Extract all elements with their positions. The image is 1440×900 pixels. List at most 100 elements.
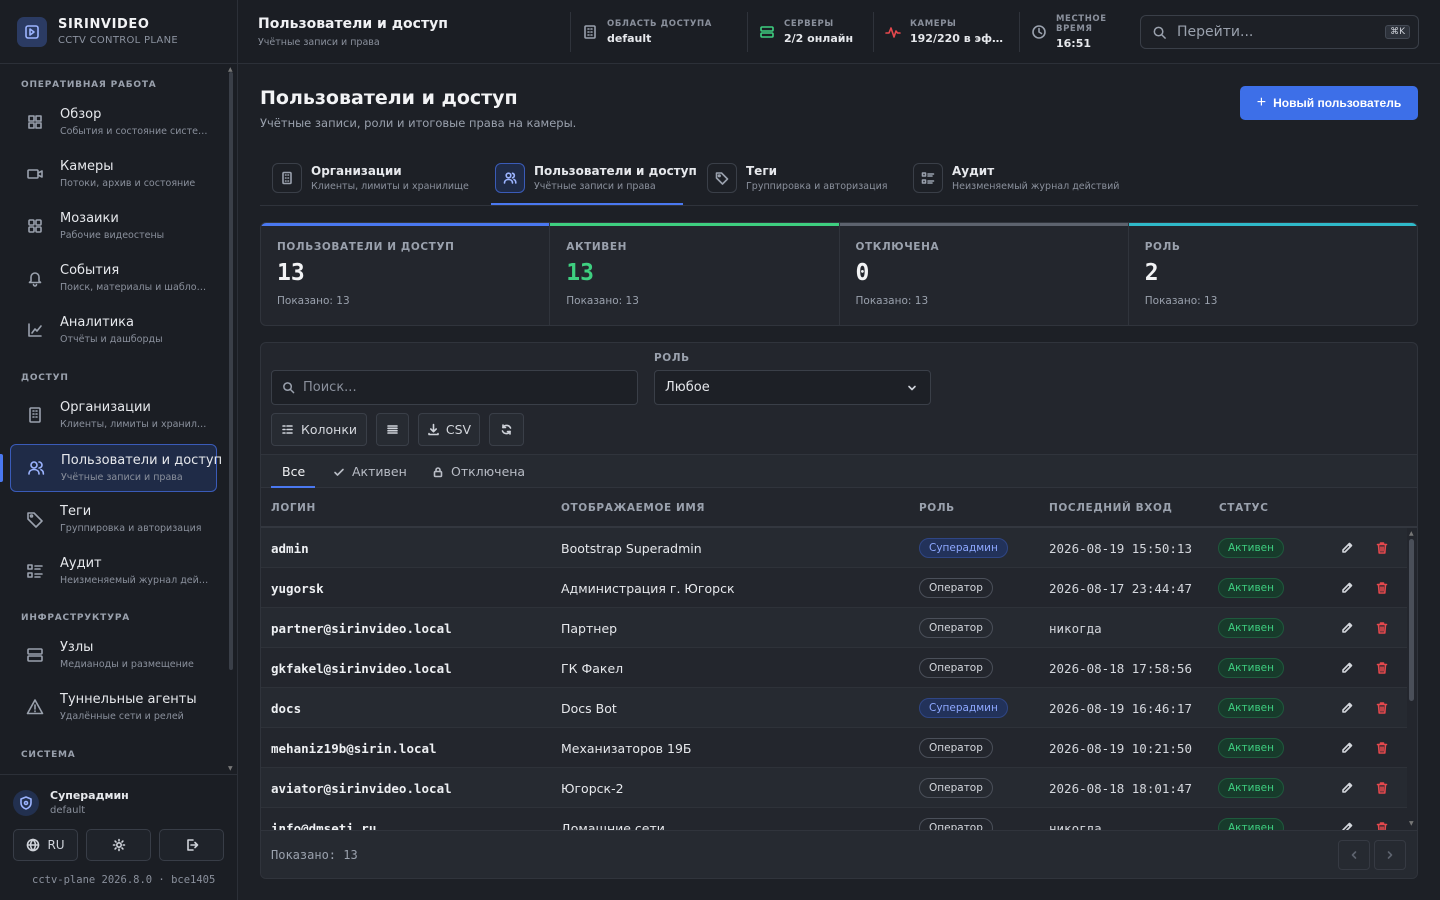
- edit-icon[interactable]: [1340, 661, 1354, 675]
- cell-login: gkfakel@sirinvideo.local: [271, 661, 452, 676]
- table-row[interactable]: docs Docs Bot Суперадмин 2026-08-19 16:46:1…: [261, 688, 1407, 728]
- table-row[interactable]: aviator@sirinvideo.local Югорск-2 Оператор…: [261, 768, 1407, 808]
- theme-toggle-button[interactable]: [86, 829, 151, 861]
- sidebar-item-tags[interactable]: Теги Группировка и авторизация: [10, 495, 217, 543]
- edit-icon[interactable]: [1340, 621, 1354, 635]
- csv-export-button[interactable]: CSV: [418, 413, 480, 446]
- delete-icon[interactable]: [1375, 701, 1389, 715]
- sidebar-scrollbar[interactable]: [229, 72, 233, 670]
- column-header-role[interactable]: РОЛЬ: [919, 502, 955, 514]
- divider: [1019, 12, 1020, 52]
- cell-display-name: Bootstrap Superadmin: [561, 541, 702, 556]
- subtab-active[interactable]: Активен: [333, 455, 407, 488]
- chevron-down-icon: [908, 385, 916, 391]
- column-header-last-login[interactable]: ПОСЛЕДНИЙ ВХОД: [1049, 502, 1172, 514]
- prev-page-button[interactable]: [1338, 840, 1370, 870]
- scroll-down-icon[interactable]: ▼: [1409, 820, 1414, 827]
- edit-icon[interactable]: [1340, 741, 1354, 755]
- next-page-button[interactable]: [1374, 840, 1406, 870]
- pulse-icon: [885, 27, 901, 38]
- clock-icon: [1032, 25, 1046, 39]
- page-subtitle: Учётные записи, роли и итоговые права на…: [260, 116, 577, 130]
- columns-label: Колонки: [300, 422, 357, 437]
- table-toolbar: Колонки CSV: [271, 413, 524, 446]
- column-header-display-name[interactable]: ОТОБРАЖАЕМОЕ ИМЯ: [561, 502, 705, 514]
- refresh-button[interactable]: [489, 413, 524, 446]
- column-header-login[interactable]: ЛОГИН: [271, 502, 316, 514]
- role-select-value: Любое: [665, 380, 710, 395]
- subtab-all[interactable]: Все: [282, 455, 305, 488]
- stat-value: 0: [855, 260, 870, 286]
- status-badge: Активен: [1218, 658, 1284, 678]
- column-header-status[interactable]: СТАТУС: [1219, 502, 1269, 514]
- delete-icon[interactable]: [1375, 781, 1389, 795]
- cell-last-login: никогда: [1049, 621, 1102, 636]
- rows-shown-count: Показано: 13: [271, 848, 358, 862]
- table-row[interactable]: gkfakel@sirinvideo.local ГК Факел Оператор…: [261, 648, 1407, 688]
- search-field[interactable]: [271, 370, 638, 405]
- table-row[interactable]: mehaniz19b@sirin.local Механизаторов 19Б О…: [261, 728, 1407, 768]
- sidebar-item-events[interactable]: События Поиск, материалы и шаблоны: [10, 254, 217, 302]
- edit-icon[interactable]: [1340, 781, 1354, 795]
- sidebar-item-users[interactable]: Пользователи и доступ Учётные записи и пр…: [10, 444, 222, 492]
- tab-organizations[interactable]: Организации Клиенты, лимиты и хранилище: [272, 150, 469, 206]
- sidebar-item-organizations[interactable]: Организации Клиенты, лимиты и хранилища: [10, 391, 217, 439]
- alert-icon: [26, 699, 44, 715]
- scope-indicator[interactable]: ОБЛАСТЬ ДОСТУПА default: [582, 0, 732, 64]
- edit-icon[interactable]: [1340, 701, 1354, 715]
- role-filter-label: РОЛЬ: [654, 352, 690, 364]
- scroll-up-icon[interactable]: ▲: [1409, 530, 1414, 537]
- subtab-disabled[interactable]: Отключена: [432, 455, 525, 488]
- stat-label: АКТИВЕН: [566, 241, 628, 253]
- nav-section-operations: ОПЕРАТИВНАЯ РАБОТА: [21, 80, 157, 90]
- columns-button[interactable]: Колонки: [271, 413, 367, 446]
- sidebar-item-label: Обзор: [60, 107, 102, 122]
- table-row[interactable]: info@dmseti.ru Домашние сети Оператор никог…: [261, 808, 1407, 830]
- role-badge: Оператор: [919, 738, 993, 758]
- sidebar-item-mosaics[interactable]: Мозаики Рабочие видеостены: [10, 202, 217, 250]
- delete-icon[interactable]: [1375, 621, 1389, 635]
- delete-icon[interactable]: [1375, 541, 1389, 555]
- role-select[interactable]: Любое: [654, 370, 931, 405]
- logout-button[interactable]: [159, 829, 224, 861]
- tab-tags[interactable]: Теги Группировка и авторизация: [707, 150, 887, 206]
- sidebar-item-analytics[interactable]: Аналитика Отчёты и дашборды: [10, 306, 217, 354]
- sidebar-item-audit[interactable]: Аудит Неизменяемый журнал действий: [10, 547, 217, 595]
- sidebar-item-tunnel-agents[interactable]: Туннельные агенты Удалённые сети и релей: [10, 683, 217, 731]
- delete-icon[interactable]: [1375, 661, 1389, 675]
- new-user-button[interactable]: + Новый пользователь: [1240, 86, 1418, 120]
- tab-sub: Учётные записи и права: [534, 181, 656, 192]
- density-button[interactable]: [376, 413, 409, 446]
- delete-icon[interactable]: [1375, 741, 1389, 755]
- tab-label: Теги: [746, 164, 778, 178]
- table-row[interactable]: partner@sirinvideo.local Партнер Оператор н…: [261, 608, 1407, 648]
- stat-accent: [1128, 223, 1417, 226]
- global-search[interactable]: Перейти... ⌘K: [1140, 15, 1419, 49]
- sidebar-item-overview[interactable]: Обзор События и состояние системы: [10, 98, 217, 146]
- sidebar-item-nodes[interactable]: Узлы Медианоды и размещение: [10, 631, 217, 679]
- edit-icon[interactable]: [1340, 541, 1354, 555]
- edit-icon[interactable]: [1340, 581, 1354, 595]
- delete-icon[interactable]: [1375, 581, 1389, 595]
- cameras-indicator[interactable]: КАМЕРЫ 192/220 в эфире: [885, 0, 1007, 64]
- tab-users[interactable]: Пользователи и доступ Учётные записи и пр…: [495, 150, 697, 206]
- user-profile[interactable]: Суперадмин default: [0, 775, 237, 816]
- search-input[interactable]: [303, 380, 623, 395]
- table-row[interactable]: yugorsk Администрация г. Югорск Оператор 20…: [261, 568, 1407, 608]
- servers-indicator[interactable]: СЕРВЕРЫ 2/2 онлайн: [759, 0, 869, 64]
- chart-icon: [28, 323, 42, 337]
- brand[interactable]: SIRINVIDEO CCTV CONTROL PLANE: [0, 0, 237, 64]
- time-label: МЕСТНОЕ ВРЕМЯ: [1056, 14, 1107, 34]
- cell-last-login: 2026-08-18 18:01:47: [1049, 781, 1192, 796]
- tab-audit[interactable]: Аудит Неизменяемый журнал действий: [913, 150, 1119, 206]
- table-row[interactable]: admin Bootstrap Superadmin Суперадмин 2026-…: [261, 528, 1407, 568]
- sidebar-item-cameras[interactable]: Камеры Потоки, архив и состояние: [10, 150, 217, 198]
- language-label: RU: [47, 838, 65, 852]
- edit-icon[interactable]: [1340, 821, 1354, 830]
- table-footer: Показано: 13: [261, 830, 1417, 878]
- language-button[interactable]: RU: [13, 829, 78, 861]
- delete-icon[interactable]: [1375, 821, 1389, 830]
- topbar-title: Пользователи и доступ: [258, 16, 448, 32]
- scroll-down-icon[interactable]: ▼: [228, 765, 233, 772]
- table-scrollbar[interactable]: [1409, 539, 1414, 701]
